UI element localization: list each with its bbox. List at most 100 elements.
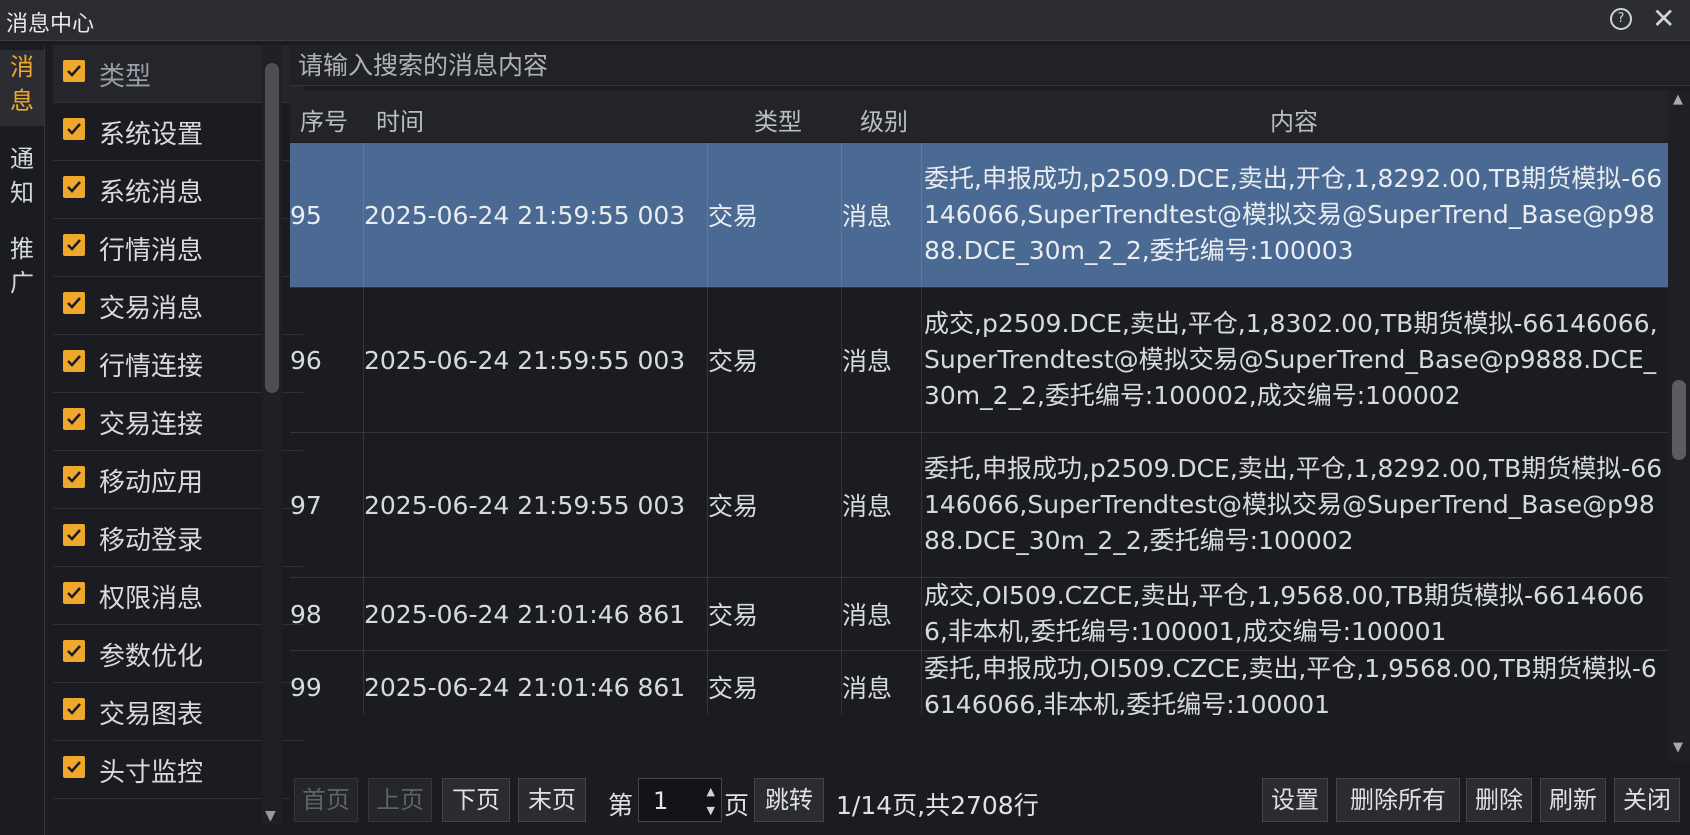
chevron-down-icon[interactable]: ▼: [707, 804, 715, 817]
cell-level: 消息: [842, 288, 922, 432]
category-item-label: 行情连接: [99, 352, 204, 382]
page-prefix: 第: [608, 791, 634, 820]
cell-content: 成交,OI509.CZCE,卖出,平仓,1,9568.00,TB期货模拟-661…: [924, 581, 1645, 646]
close-icon[interactable]: ✕: [1652, 2, 1675, 35]
category-item-label: 交易图表: [99, 700, 204, 730]
scrollbar-thumb[interactable]: [265, 63, 279, 393]
cell-no: 95: [290, 143, 364, 287]
chevron-down-icon[interactable]: ▼: [1673, 740, 1683, 755]
search-bar: [290, 45, 1690, 86]
checkbox-checked-icon[interactable]: [63, 524, 85, 546]
page-number-value: 1: [653, 787, 669, 815]
cell-type: 交易: [708, 433, 842, 577]
title-bar: 消息中心 ? ✕: [0, 0, 1690, 41]
category-item-label: 系统设置: [99, 120, 204, 150]
cell-level: 消息: [842, 651, 922, 715]
checkbox-checked-icon[interactable]: [63, 176, 85, 198]
column-header-time[interactable]: 时间: [376, 102, 424, 137]
table-row[interactable]: 98 2025-06-24 21:01:46 861 交易 消息 成交,OI509.CZ…: [290, 578, 1668, 651]
category-scrollbar[interactable]: ▼: [262, 45, 282, 825]
table-row[interactable]: 96 2025-06-24 21:59:55 003 交易 消息 成交,p2509.DC…: [290, 288, 1668, 433]
checkbox-checked-icon[interactable]: [63, 408, 85, 430]
category-item-label: 交易连接: [99, 410, 204, 440]
cell-type: 交易: [708, 288, 842, 432]
table-row[interactable]: 99 2025-06-24 21:01:46 861 交易 消息 委托,申报成功,OI5…: [290, 651, 1668, 715]
table-row[interactable]: 95 2025-06-24 21:59:55 003 交易 消息 委托,申报成功,p25…: [290, 143, 1668, 288]
checkbox-checked-icon[interactable]: [63, 292, 85, 314]
side-tab-char: 息: [10, 87, 34, 115]
chevron-up-icon[interactable]: ▲: [707, 785, 715, 798]
cell-type: 交易: [708, 578, 842, 650]
cell-content: 委托,申报成功,p2509.DCE,卖出,平仓,1,8292.00,TB期货模拟…: [924, 454, 1663, 555]
cell-content: 成交,p2509.DCE,卖出,平仓,1,8302.00,TB期货模拟-6614…: [924, 309, 1658, 410]
column-header-level[interactable]: 级别: [860, 102, 908, 137]
column-header-no[interactable]: 序号: [300, 102, 348, 137]
cell-no: 98: [290, 578, 364, 650]
checkbox-checked-icon[interactable]: [63, 350, 85, 372]
refresh-button[interactable]: 刷新: [1540, 778, 1606, 822]
prev-page-button[interactable]: 上页: [368, 778, 432, 822]
chevron-down-icon[interactable]: ▼: [265, 808, 276, 824]
cell-level: 消息: [842, 143, 922, 287]
question-circle-icon[interactable]: ?: [1610, 8, 1632, 30]
cell-type: 交易: [708, 143, 842, 287]
next-page-button[interactable]: 下页: [442, 778, 510, 822]
side-tab-char: 广: [10, 269, 34, 297]
cell-time: 2025-06-24 21:59:55 003: [364, 433, 708, 577]
chevron-up-icon[interactable]: ▲: [1673, 92, 1683, 107]
category-item-label: 移动登录: [99, 526, 204, 556]
bottom-toolbar: 首页 上页 下页 末页 第 1 ▲ ▼ 页 跳转 1/14页,共2708行 设置…: [290, 770, 1690, 830]
message-table: 95 2025-06-24 21:59:55 003 交易 消息 委托,申报成功,p25…: [290, 143, 1668, 715]
checkbox-checked-icon[interactable]: [63, 698, 85, 720]
delete-all-button[interactable]: 删除所有: [1336, 778, 1460, 822]
table-header: 序号 时间 类型 级别 内容: [290, 90, 1670, 142]
page-number-stepper[interactable]: 1 ▲ ▼: [638, 778, 722, 822]
scrollbar-thumb[interactable]: [1672, 380, 1686, 460]
cell-content: 委托,申报成功,OI509.CZCE,卖出,平仓,1,9568.00,TB期货模…: [924, 654, 1657, 715]
category-item-label: 交易消息: [99, 294, 204, 324]
category-item-label: 参数优化: [99, 642, 204, 672]
cell-time: 2025-06-24 21:01:46 861: [364, 578, 708, 650]
table-row[interactable]: 97 2025-06-24 21:59:55 003 交易 消息 委托,申报成功,p25…: [290, 433, 1668, 578]
page-suffix: 页: [724, 791, 750, 820]
last-page-button[interactable]: 末页: [518, 778, 586, 822]
category-item-label: 移动应用: [99, 468, 204, 498]
cell-level: 消息: [842, 433, 922, 577]
settings-button[interactable]: 设置: [1262, 778, 1328, 822]
side-tab-notifications[interactable]: 通 知: [0, 142, 44, 218]
side-tab-promotions[interactable]: 推 广: [0, 232, 44, 308]
checkbox-checked-icon[interactable]: [63, 640, 85, 662]
side-tab-char: 推: [10, 235, 34, 263]
checkbox-checked-icon[interactable]: [63, 60, 85, 82]
category-item-label: 行情消息: [99, 236, 204, 266]
cell-no: 96: [290, 288, 364, 432]
side-tab-char: 知: [10, 179, 34, 207]
side-tab-char: 消: [10, 53, 34, 81]
cell-no: 99: [290, 651, 364, 715]
cell-time: 2025-06-24 21:01:46 861: [364, 651, 708, 715]
checkbox-checked-icon[interactable]: [63, 118, 85, 140]
first-page-button[interactable]: 首页: [294, 778, 358, 822]
category-item-label: 权限消息: [99, 584, 204, 614]
checkbox-checked-icon[interactable]: [63, 466, 85, 488]
category-item-label: 系统消息: [99, 178, 204, 208]
cell-time: 2025-06-24 21:59:55 003: [364, 288, 708, 432]
cell-level: 消息: [842, 578, 922, 650]
category-item-label: 头寸监控: [99, 758, 204, 788]
cell-no: 97: [290, 433, 364, 577]
jump-button[interactable]: 跳转: [754, 778, 824, 822]
checkbox-checked-icon[interactable]: [63, 756, 85, 778]
column-header-type[interactable]: 类型: [754, 102, 802, 137]
page-summary: 1/14页,共2708行: [836, 791, 1039, 820]
column-header-content[interactable]: 内容: [1270, 102, 1318, 137]
delete-button[interactable]: 删除: [1466, 778, 1532, 822]
side-tabs: 消 息 通 知 推 广: [0, 45, 44, 835]
table-scrollbar[interactable]: ▲ ▼: [1668, 90, 1690, 762]
checkbox-checked-icon[interactable]: [63, 582, 85, 604]
close-button[interactable]: 关闭: [1614, 778, 1680, 822]
search-input[interactable]: [296, 49, 1680, 81]
cell-content: 委托,申报成功,p2509.DCE,卖出,开仓,1,8292.00,TB期货模拟…: [924, 164, 1663, 265]
cell-time: 2025-06-24 21:59:55 003: [364, 143, 708, 287]
checkbox-checked-icon[interactable]: [63, 234, 85, 256]
side-tab-messages[interactable]: 消 息: [0, 50, 44, 126]
